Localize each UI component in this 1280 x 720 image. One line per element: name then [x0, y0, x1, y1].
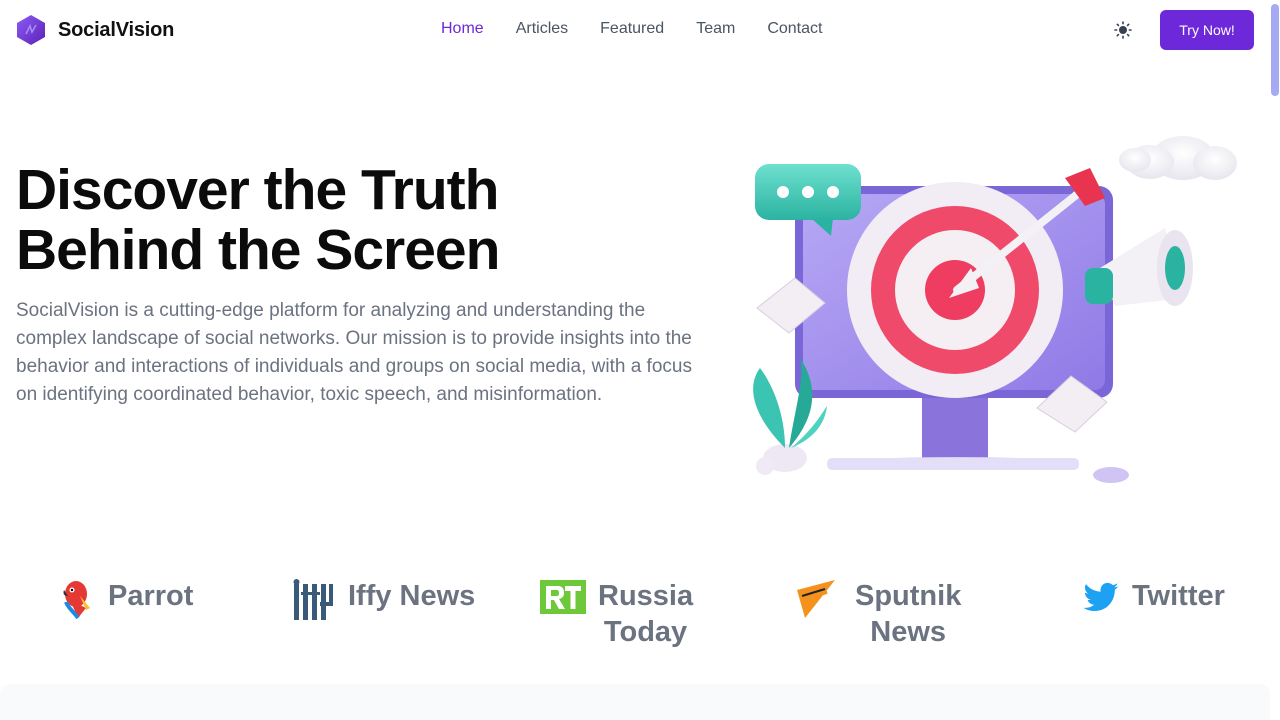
sun-icon	[1114, 21, 1132, 39]
hero-illustration-target-monitor	[753, 136, 1237, 483]
partner-sputnik-news[interactable]: Sputnik News	[795, 578, 961, 650]
hero-title-line1: Discover the Truth	[16, 158, 499, 222]
partner-name-line2: Today	[603, 616, 688, 648]
scrollbar[interactable]	[1270, 0, 1280, 720]
partners-strip: Parrot Iffy News Russia Today Sputnik Ne…	[0, 570, 1270, 670]
brand-name: SocialVision	[58, 18, 175, 41]
partner-parrot[interactable]: Parrot	[60, 578, 193, 620]
hero-title: Discover the Truth Behind the Screen	[16, 160, 616, 280]
iffy-logo-icon	[293, 579, 333, 620]
main-nav: Home Articles Featured Team Contact	[441, 20, 822, 38]
nav-articles[interactable]: Articles	[516, 20, 568, 38]
brand-logo-icon	[17, 15, 45, 45]
partner-name-line1: Sputnik	[855, 580, 962, 612]
partner-russia-today[interactable]: Russia Today	[540, 578, 693, 650]
theme-toggle-button[interactable]	[1112, 19, 1134, 41]
rt-logo-icon	[540, 580, 586, 614]
next-section-band	[0, 684, 1270, 720]
cloud-icon	[1119, 136, 1237, 180]
nav-contact[interactable]: Contact	[767, 20, 822, 38]
nav-home[interactable]: Home	[441, 20, 484, 38]
hero-title-line2: Behind the Screen	[16, 218, 500, 282]
partner-name: Twitter	[1132, 580, 1225, 612]
navbar: SocialVision Home Articles Featured Team…	[0, 0, 1270, 60]
partner-name: Iffy News	[348, 580, 476, 612]
parrot-icon	[63, 581, 90, 620]
scrollbar-thumb[interactable]	[1271, 4, 1279, 96]
partner-twitter[interactable]: Twitter	[1082, 578, 1225, 618]
twitter-bird-icon	[1083, 582, 1119, 611]
brand[interactable]: SocialVision	[16, 14, 174, 46]
partner-name: Russia Today	[598, 578, 693, 650]
nav-featured[interactable]: Featured	[600, 20, 664, 38]
partner-iffy-news[interactable]: Iffy News	[290, 578, 475, 622]
partner-name-line2: News	[870, 616, 947, 648]
sputnik-logo-icon	[797, 580, 835, 618]
hero-description: SocialVision is a cutting-edge platform …	[16, 300, 692, 405]
partner-name: Sputnik News	[855, 578, 961, 650]
try-now-button[interactable]: Try Now!	[1160, 10, 1254, 50]
partner-name-line1: Russia	[598, 580, 694, 612]
nav-team[interactable]: Team	[696, 20, 735, 38]
partner-name: Parrot	[108, 580, 194, 612]
